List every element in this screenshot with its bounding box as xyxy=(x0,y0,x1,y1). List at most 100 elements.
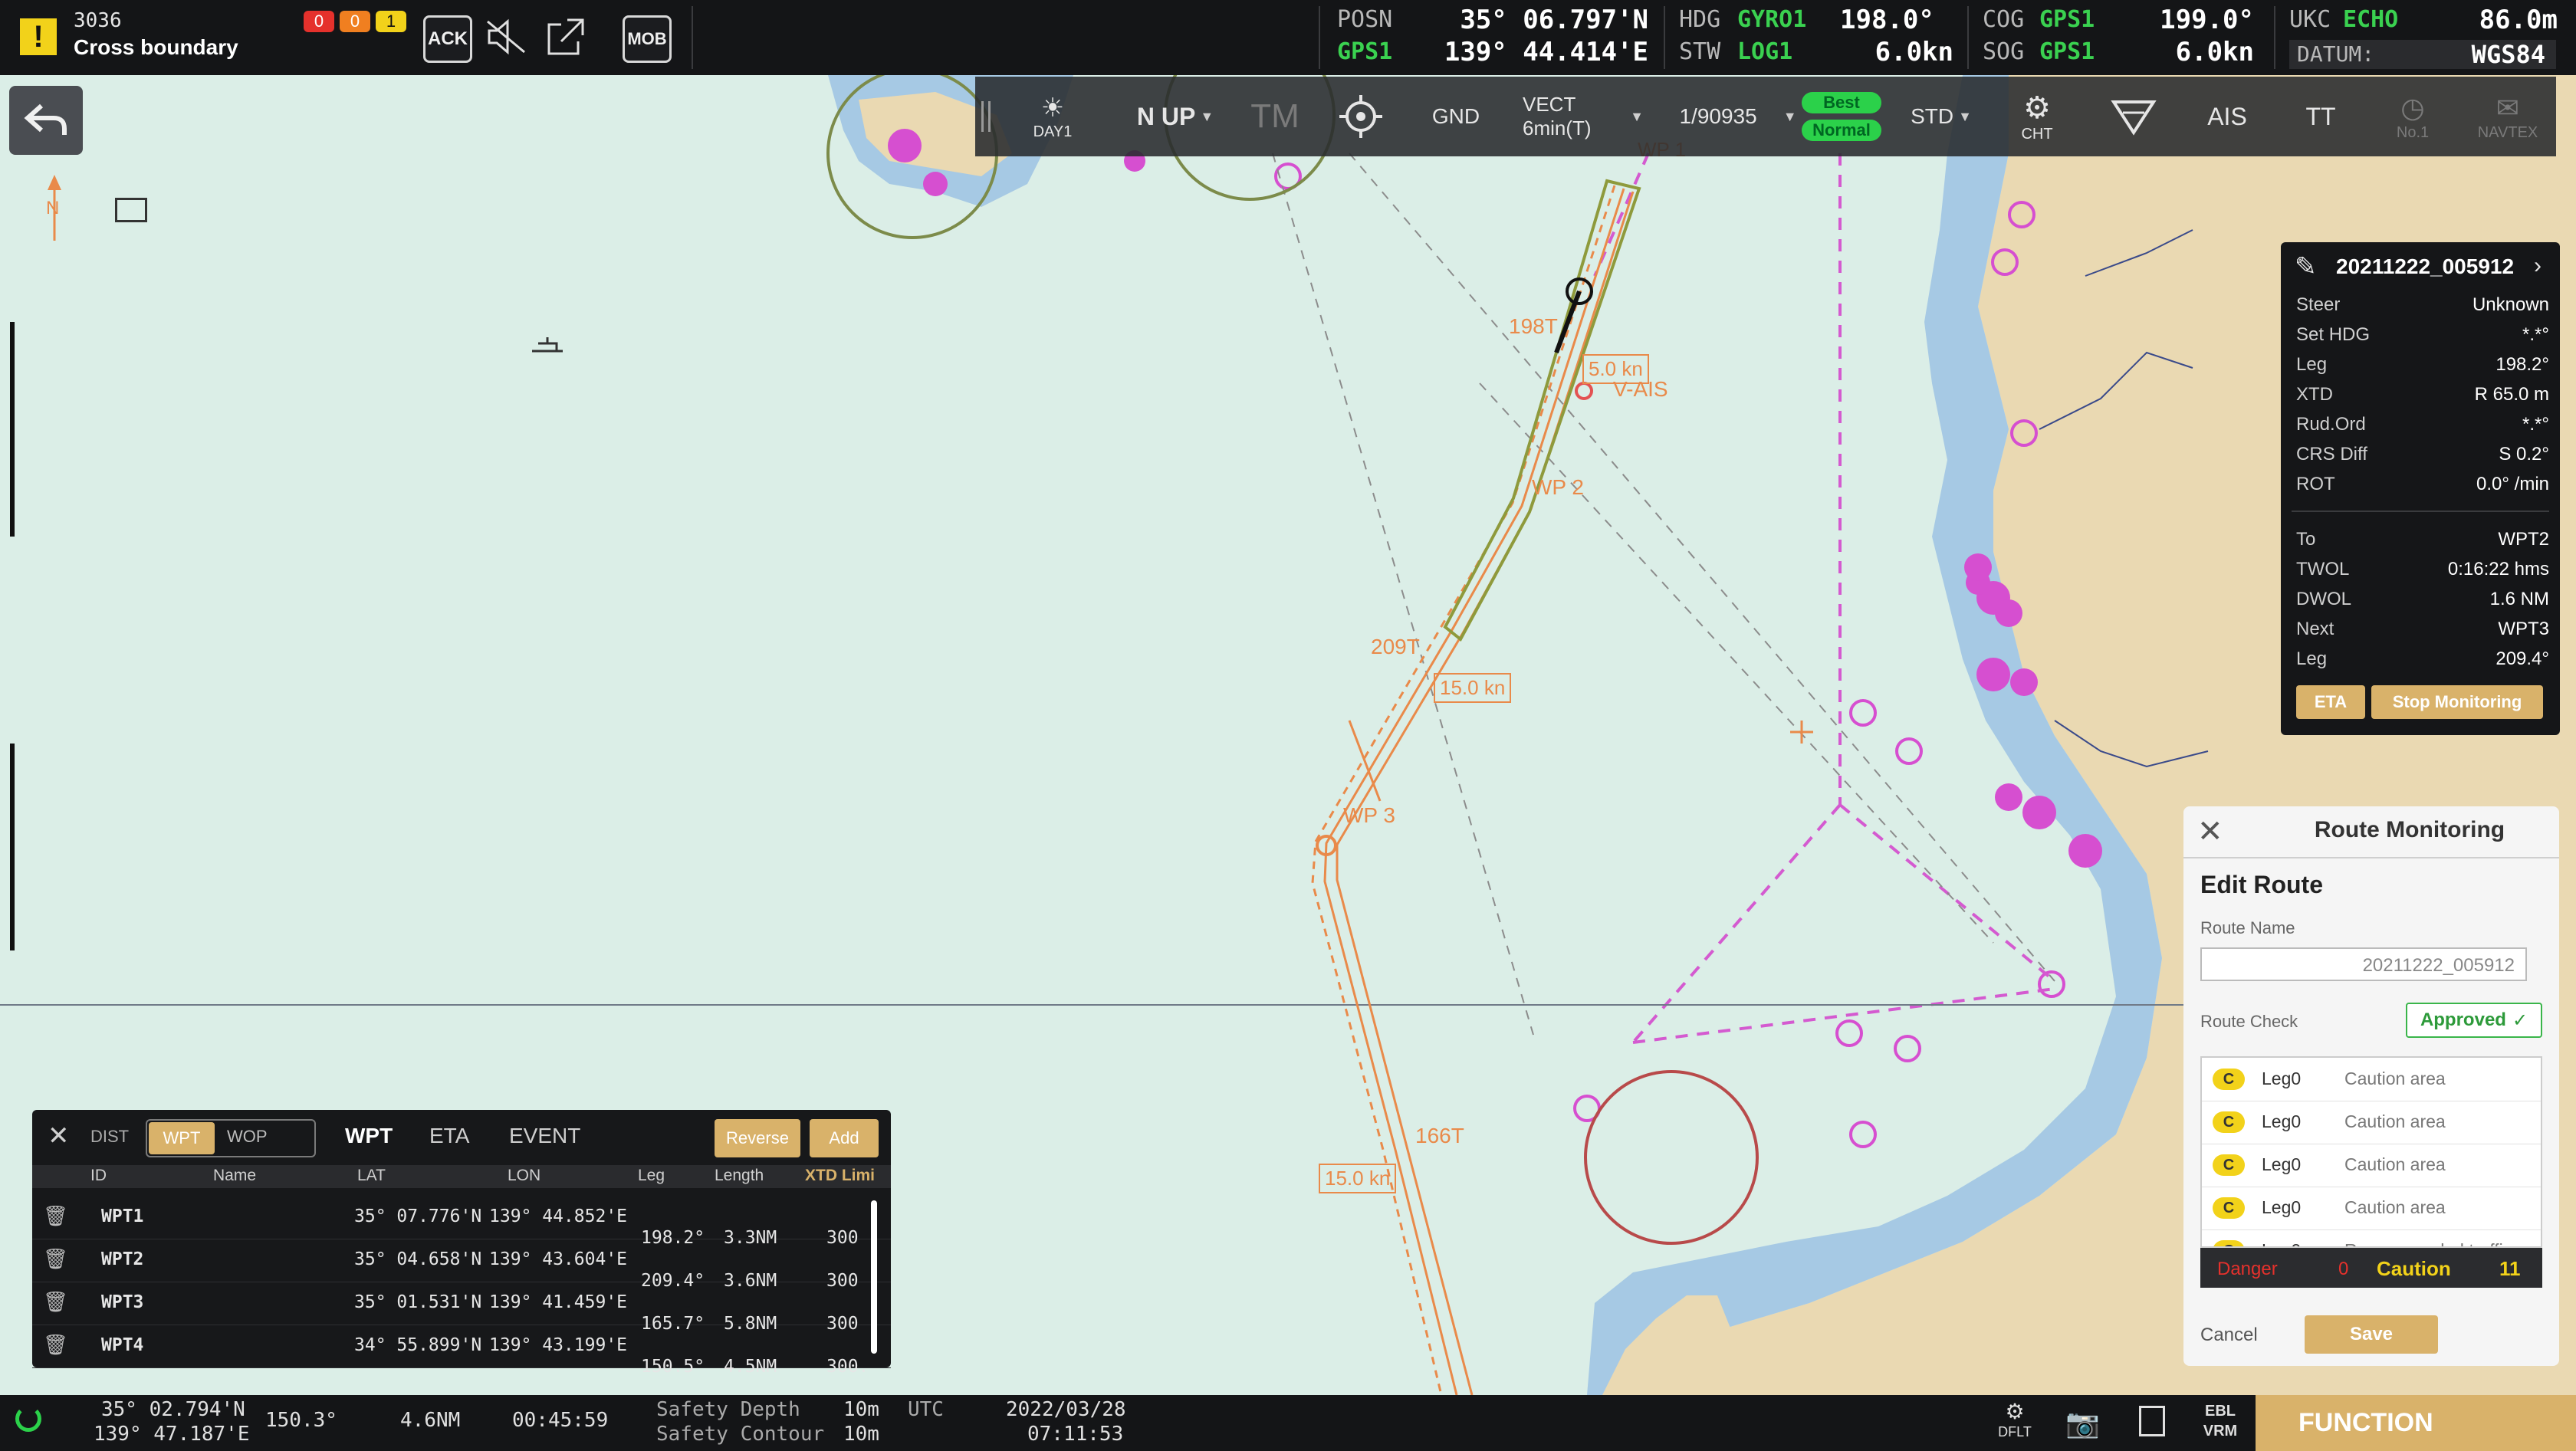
mode-wpt[interactable]: WPT xyxy=(149,1122,215,1154)
leg-xtd: 300 xyxy=(826,1314,859,1334)
scale-selector[interactable]: 1/90935 ▼ xyxy=(1665,77,1811,156)
route-name-input[interactable]: 20211222_005912 xyxy=(2200,947,2527,981)
camera-icon[interactable]: 📷 xyxy=(2065,1407,2100,1440)
vector-dropdown[interactable]: ▼ xyxy=(1619,77,1650,156)
hdg-source[interactable]: GYRO1 xyxy=(1737,6,1806,33)
buoy-icon xyxy=(529,336,566,363)
delete-icon[interactable]: 🗑 xyxy=(43,1248,68,1271)
close-icon[interactable]: ✕ xyxy=(48,1121,70,1151)
stw-source[interactable]: LOG1 xyxy=(1737,38,1792,65)
toolbar-handle[interactable] xyxy=(975,77,997,156)
route-check-item[interactable]: C Leg0 Caution area xyxy=(2202,1058,2541,1101)
mode-wop[interactable]: WOP xyxy=(227,1127,268,1147)
leg-row[interactable]: 209.4° 3.6NM 300 xyxy=(623,1260,868,1303)
back-button[interactable] xyxy=(9,86,83,155)
list-icon[interactable] xyxy=(2139,1406,2165,1436)
crosshair-icon xyxy=(1339,95,1382,138)
chevron-right-icon[interactable]: › xyxy=(2534,253,2542,279)
center-ship-button[interactable] xyxy=(1319,77,1403,156)
route-check-item[interactable]: C Leg0 Caution area xyxy=(2202,1187,2541,1230)
chart-settings-button[interactable]: ⚙ CHT xyxy=(1995,77,2079,156)
normal-badge[interactable]: Normal xyxy=(1802,120,1881,141)
no1-button[interactable]: ◷ No.1 xyxy=(2371,77,2455,156)
sog-source[interactable]: GPS1 xyxy=(2039,38,2095,65)
route-check-list[interactable]: C Leg0 Caution area C Leg0 Caution area C Leg0 C… xyxy=(2200,1056,2542,1248)
table-scrollbar[interactable] xyxy=(871,1200,877,1354)
chart-toolbar: ☀ DAY1 N UP ▼ TM GND VECT 6min(T) ▼ 1/909… xyxy=(975,77,2556,156)
datum-label: DATUM: xyxy=(2297,41,2375,67)
gnd-button[interactable]: GND xyxy=(1414,77,1498,156)
route-check-description: Recommended traffic xyxy=(2344,1240,2512,1246)
alert-code: 3036 xyxy=(74,9,122,32)
nav-panel-row-value: R 65.0 m xyxy=(2474,384,2549,405)
tab-eta[interactable]: ETA xyxy=(429,1124,469,1148)
reverse-button[interactable]: Reverse xyxy=(715,1119,800,1157)
utc-time: 07:11:53 xyxy=(1027,1423,1124,1446)
utc-date: 2022/03/28 xyxy=(1006,1398,1126,1421)
route-check-description: Caution area xyxy=(2344,1197,2446,1217)
approved-badge[interactable]: Approved ✓ xyxy=(2406,1003,2542,1038)
dflt-button[interactable]: ⚙ DFLT xyxy=(1993,1400,2036,1446)
edit-pencil-icon[interactable]: ✎ xyxy=(2295,251,2317,282)
route-check-item[interactable]: C Leg0 Caution area xyxy=(2202,1101,2541,1144)
delete-icon[interactable]: 🗑 xyxy=(43,1291,68,1314)
orientation-button[interactable]: N UP ▼ xyxy=(1125,77,1225,156)
own-ship-lon: 139° 44.414'E xyxy=(1444,37,1648,67)
alert-count-orange[interactable]: 0 xyxy=(340,11,370,32)
course-label-209t: 209T xyxy=(1371,635,1420,658)
cog-source[interactable]: GPS1 xyxy=(2039,6,2095,33)
stop-monitoring-button[interactable]: Stop Monitoring xyxy=(2371,685,2543,719)
refresh-icon[interactable] xyxy=(15,1406,41,1432)
mute-icon[interactable] xyxy=(481,15,531,58)
add-button[interactable]: Add xyxy=(810,1119,879,1157)
tab-event[interactable]: EVENT xyxy=(509,1124,580,1148)
eta-button[interactable]: ETA xyxy=(2296,685,2365,719)
save-button[interactable]: Save xyxy=(2305,1315,2438,1354)
nav-panel-row-key: Steer xyxy=(2296,294,2341,315)
ukc-source[interactable]: ECHO xyxy=(2343,6,2398,33)
leg-course: 150.5° xyxy=(641,1357,705,1377)
nav-panel-row-key: Next xyxy=(2296,619,2334,639)
nav-panel-row-key: TWOL xyxy=(2296,559,2350,579)
ais-button[interactable]: AIS xyxy=(2185,77,2269,156)
alert-count-red[interactable]: 0 xyxy=(304,11,334,32)
external-window-icon[interactable] xyxy=(541,15,590,58)
cancel-button[interactable]: Cancel xyxy=(2200,1325,2258,1346)
alert-count-yellow[interactable]: 1 xyxy=(376,11,406,32)
tm-button[interactable]: TM xyxy=(1233,77,1317,156)
delete-icon[interactable]: 🗑 xyxy=(43,1205,68,1228)
leg-row[interactable]: 150.5° 4.5NM 300. xyxy=(623,1346,869,1389)
std-button[interactable]: STD ▼ xyxy=(1895,77,1987,156)
mob-button[interactable]: MOB xyxy=(623,15,672,63)
ack-button[interactable]: ACK xyxy=(423,15,472,63)
edit-route-heading: Edit Route xyxy=(2200,871,2323,898)
ebl-vrm-button[interactable]: EBL VRM xyxy=(2199,1401,2242,1441)
tt-button[interactable]: TT xyxy=(2279,77,2363,156)
function-button[interactable]: FUNCTION xyxy=(2256,1395,2576,1451)
alert-icon[interactable]: ! xyxy=(20,18,57,55)
cursor-lat: 35° 02.794'N xyxy=(101,1398,245,1421)
close-icon[interactable]: ✕ xyxy=(2197,814,2223,849)
leg-row[interactable]: 165.7° 5.8NM 300 xyxy=(623,1303,868,1346)
danger-label: Danger xyxy=(2217,1259,2278,1279)
caution-badge: C xyxy=(2213,1154,2245,1176)
filter-button[interactable] xyxy=(2091,77,2176,156)
waypoint-id: WPT3 xyxy=(101,1292,144,1312)
ukc-value: 86.0m xyxy=(2479,5,2558,35)
route-check-item[interactable]: C Leg0 Recommended traffic xyxy=(2202,1229,2541,1246)
nav-panel-row: To WPT2 xyxy=(2296,529,2549,558)
nav-panel-row-key: Set HDG xyxy=(2296,324,2371,345)
route-check-leg: Leg0 xyxy=(2262,1240,2301,1246)
day-mode-button[interactable]: ☀ DAY1 xyxy=(1010,77,1095,156)
best-badge[interactable]: Best xyxy=(1802,92,1881,113)
north-label: N xyxy=(46,198,60,218)
delete-icon[interactable]: 🗑 xyxy=(43,1334,68,1357)
route-check-item[interactable]: C Leg0 Caution area xyxy=(2202,1144,2541,1187)
tab-wpt[interactable]: WPT xyxy=(345,1124,393,1148)
nav-panel-row: XTD R 65.0 m xyxy=(2296,384,2549,413)
mode-dist[interactable]: DIST xyxy=(90,1127,129,1147)
alert-message[interactable]: Cross boundary xyxy=(74,35,238,60)
leg-row[interactable]: 198.2° 3.3NM 300 xyxy=(623,1217,868,1260)
navtex-button[interactable]: ✉ NAVTEX xyxy=(2466,77,2550,156)
waypoint-lat: 35° 04.658'N xyxy=(354,1249,482,1269)
